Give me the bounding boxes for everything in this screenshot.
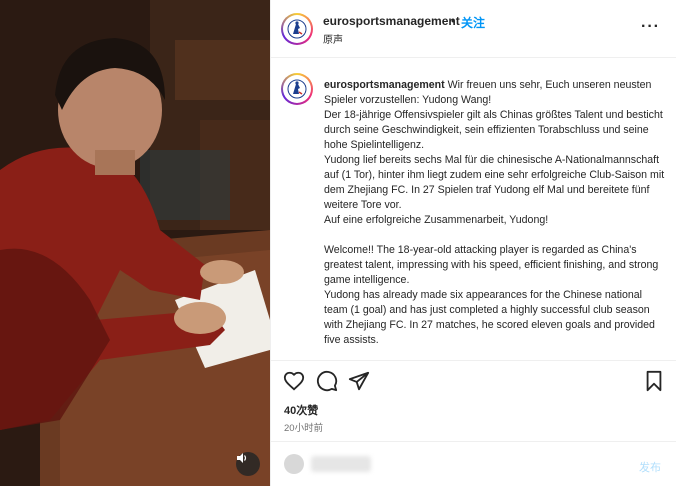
caption-area: eurosportsmanagement Wir freuen uns sehr… xyxy=(271,59,676,361)
author-username-link[interactable]: eurosportsmanagement xyxy=(323,14,460,28)
caption-text: Wir freuen uns sehr, Euch unseren neuste… xyxy=(324,79,665,346)
follow-button[interactable]: 关注 xyxy=(461,14,485,31)
caption-username-link[interactable]: eurosportsmanagement xyxy=(324,79,445,91)
comment-input[interactable] xyxy=(311,456,371,472)
separator-dot: • xyxy=(451,14,456,28)
speaker-icon xyxy=(237,453,247,463)
caption-author-avatar[interactable] xyxy=(281,73,313,105)
more-options-button[interactable]: ··· xyxy=(641,18,660,36)
comment-icon[interactable] xyxy=(316,370,338,392)
post-timestamp: 20小时前 xyxy=(284,423,324,434)
post-header: eurosportsmanagement • 关注 原声 ··· xyxy=(271,0,676,58)
profile-logo-icon xyxy=(287,79,307,99)
post-actions xyxy=(271,362,676,398)
like-count[interactable]: 40次赞 xyxy=(284,402,318,418)
original-audio-link[interactable]: 原声 xyxy=(323,31,343,46)
author-avatar[interactable] xyxy=(281,13,313,45)
post-caption: eurosportsmanagement Wir freuen uns sehr… xyxy=(324,78,668,348)
post-video[interactable] xyxy=(0,0,270,486)
share-icon[interactable] xyxy=(348,370,370,392)
emoji-picker-icon[interactable] xyxy=(284,454,304,474)
video-frame-illustration xyxy=(0,0,270,486)
post-details-panel: eurosportsmanagement • 关注 原声 ··· eurospo… xyxy=(270,0,676,486)
instagram-post-window: eurosportsmanagement • 关注 原声 ··· eurospo… xyxy=(0,0,676,486)
post-comment-button[interactable]: 发布 xyxy=(639,459,661,475)
heart-icon[interactable] xyxy=(283,370,305,392)
comment-composer: 发布 xyxy=(271,441,676,486)
profile-logo-icon xyxy=(287,19,307,39)
bookmark-icon[interactable] xyxy=(643,370,665,392)
mute-toggle-button[interactable] xyxy=(236,452,260,476)
